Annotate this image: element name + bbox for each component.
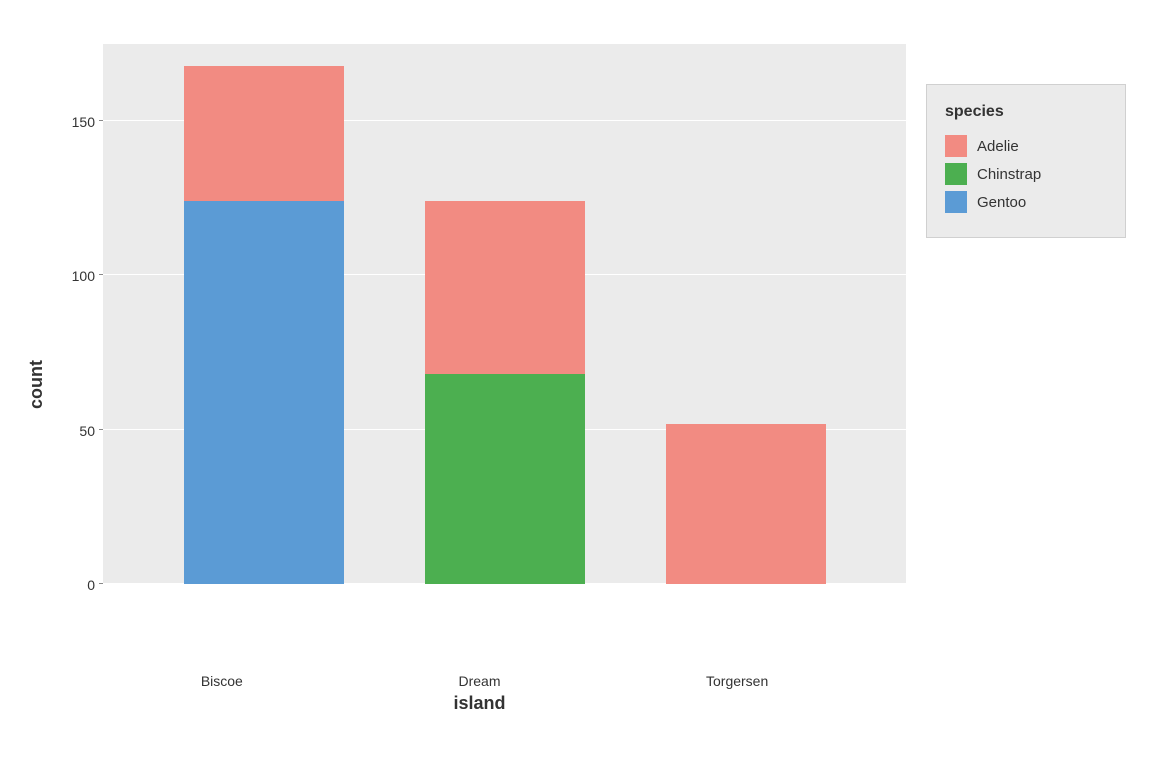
legend-item-gentoo: Gentoo (945, 191, 1107, 213)
y-tick-mark (99, 429, 103, 430)
x-axis: Biscoe Dream Torgersen (53, 667, 906, 689)
y-axis: 050100150 (53, 44, 103, 584)
legend-swatch-adelie (945, 135, 967, 157)
chart-container: count 0 50 100 150 Biscoe Dream Torgersen isl… (26, 24, 1126, 744)
bar-segment-gentoo (184, 201, 344, 584)
plot-area-wrapper: count 0 50 100 150 Biscoe Dream Torgersen isl… (26, 44, 906, 724)
x-tick-biscoe: Biscoe (132, 673, 312, 689)
x-tick-torgersen: Torgersen (647, 673, 827, 689)
bar-segment-adelie (184, 66, 344, 202)
bar-segment-adelie (425, 201, 585, 374)
y-axis-label: count (26, 360, 47, 409)
bar-stack (425, 201, 585, 584)
y-tick-100: 100 (72, 268, 95, 284)
bar-segment-chinstrap (425, 374, 585, 584)
x-tick-dream: Dream (389, 673, 569, 689)
y-tick-150: 150 (72, 114, 95, 130)
legend-title: species (945, 103, 1107, 121)
y-tick-mark (99, 274, 103, 275)
legend-item-chinstrap: Chinstrap (945, 163, 1107, 185)
legend-label-gentoo: Gentoo (977, 194, 1026, 211)
bar-stack (666, 424, 826, 584)
y-tick-mark (99, 583, 103, 584)
legend-swatch-chinstrap (945, 163, 967, 185)
bar-group (174, 66, 354, 584)
plot-with-y-axis: 0 50 100 150 (53, 44, 906, 667)
y-tick-50: 50 (79, 423, 95, 439)
axis-and-plot: 0 50 100 150 Biscoe Dream Torgersen island (53, 44, 906, 724)
x-axis-label: island (53, 693, 906, 724)
legend-swatch-gentoo (945, 191, 967, 213)
y-tick-0: 0 (87, 577, 95, 593)
bar-group (656, 424, 836, 584)
y-tick-mark (99, 120, 103, 121)
plot-bg (103, 44, 906, 584)
bar-stack (184, 66, 344, 584)
bar-group (415, 201, 595, 584)
legend-item-adelie: Adelie (945, 135, 1107, 157)
bar-segment-adelie (666, 424, 826, 584)
legend-label-adelie: Adelie (977, 138, 1019, 155)
legend-label-chinstrap: Chinstrap (977, 166, 1041, 183)
legend: species Adelie Chinstrap Gentoo (926, 84, 1126, 238)
bars-container (103, 44, 906, 584)
